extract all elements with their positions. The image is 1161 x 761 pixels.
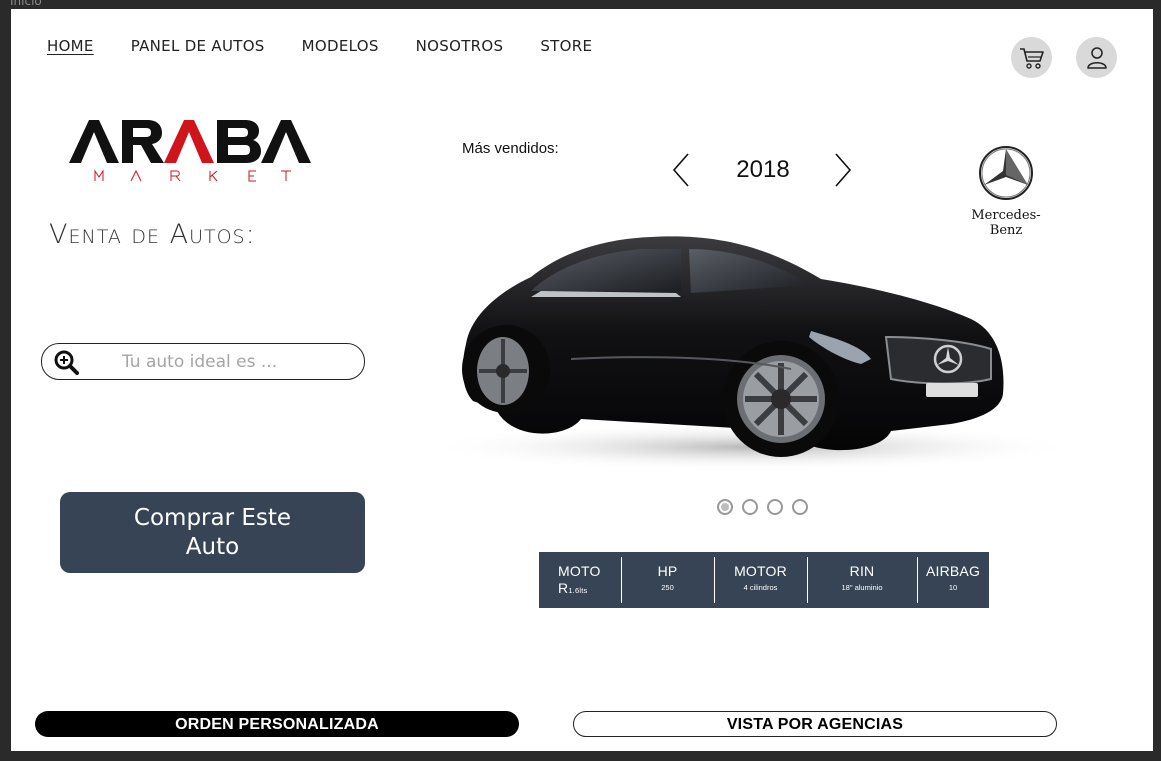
spec-motor: MOTOR 4 cilindros — [714, 552, 807, 608]
cart-button[interactable] — [1011, 37, 1052, 78]
spec-label: MOTOR — [734, 563, 787, 579]
carousel-dot-2[interactable] — [742, 499, 758, 515]
carousel-indicators — [717, 499, 808, 515]
spec-rin: RIN 18" aluminio — [807, 552, 917, 608]
spec-label: RIN — [849, 563, 875, 579]
chevron-right-icon[interactable] — [833, 152, 853, 188]
nav-item-store[interactable]: STORE — [540, 37, 592, 55]
spec-hp: HP 250 — [621, 552, 714, 608]
spec-value: 18" aluminio — [841, 583, 883, 592]
custom-order-button[interactable]: ORDEN PERSONALIZADA — [35, 711, 519, 737]
user-button[interactable] — [1076, 37, 1117, 78]
nav-item-nosotros[interactable]: NOSOTROS — [416, 37, 504, 55]
spec-label-line2: R1.6lts — [558, 580, 621, 599]
search-input[interactable] — [102, 344, 382, 379]
search-bar — [41, 343, 382, 380]
spec-label-line2-text: R — [558, 580, 569, 596]
araba-market-logo — [67, 113, 312, 193]
main-nav: HOME PANEL DE AUTOS MODELOS NOSOTROS STO… — [47, 37, 629, 55]
spec-label: HP — [657, 563, 678, 579]
buy-car-label: Comprar Este Auto — [133, 504, 292, 560]
carousel-dot-3[interactable] — [767, 499, 783, 515]
nav-item-modelos[interactable]: MODELOS — [302, 37, 379, 55]
frame-title: Inicio — [10, 0, 42, 8]
spec-value: 4 cilindros — [743, 583, 778, 592]
spec-airbag: AIRBAG 10 — [917, 552, 989, 608]
best-sellers-label: Más vendidos: — [462, 140, 559, 157]
cart-icon — [1019, 47, 1044, 69]
year-selector-value: 2018 — [736, 156, 790, 183]
buy-car-button[interactable]: Comprar Este Auto — [60, 492, 365, 573]
spec-value: 1.6lts — [568, 586, 588, 595]
mercedes-star-icon — [979, 146, 1033, 200]
car-specs-table: MOTO R1.6lts HP 250 MOTOR 4 cilindros RI… — [539, 552, 989, 608]
agencies-view-button[interactable]: VISTA POR AGENCIAS — [573, 711, 1057, 737]
search-icon[interactable] — [54, 350, 80, 376]
spec-label: AIRBAG — [925, 563, 981, 579]
home-page: HOME PANEL DE AUTOS MODELOS NOSOTROS STO… — [11, 9, 1153, 751]
user-icon — [1086, 46, 1107, 69]
hero-heading: Venta de Autos: — [49, 219, 256, 250]
car-image — [391, 219, 1081, 479]
chevron-left-icon[interactable] — [671, 152, 691, 188]
nav-item-home[interactable]: HOME — [47, 37, 94, 55]
spec-value: 250 — [661, 583, 674, 592]
carousel-dot-1[interactable] — [717, 499, 733, 515]
spec-motor-size: MOTO R1.6lts — [539, 552, 621, 608]
carousel-dot-4[interactable] — [792, 499, 808, 515]
nav-item-panel-de-autos[interactable]: PANEL DE AUTOS — [131, 37, 265, 55]
spec-label: MOTO — [558, 563, 601, 579]
spec-value: 10 — [948, 583, 958, 592]
